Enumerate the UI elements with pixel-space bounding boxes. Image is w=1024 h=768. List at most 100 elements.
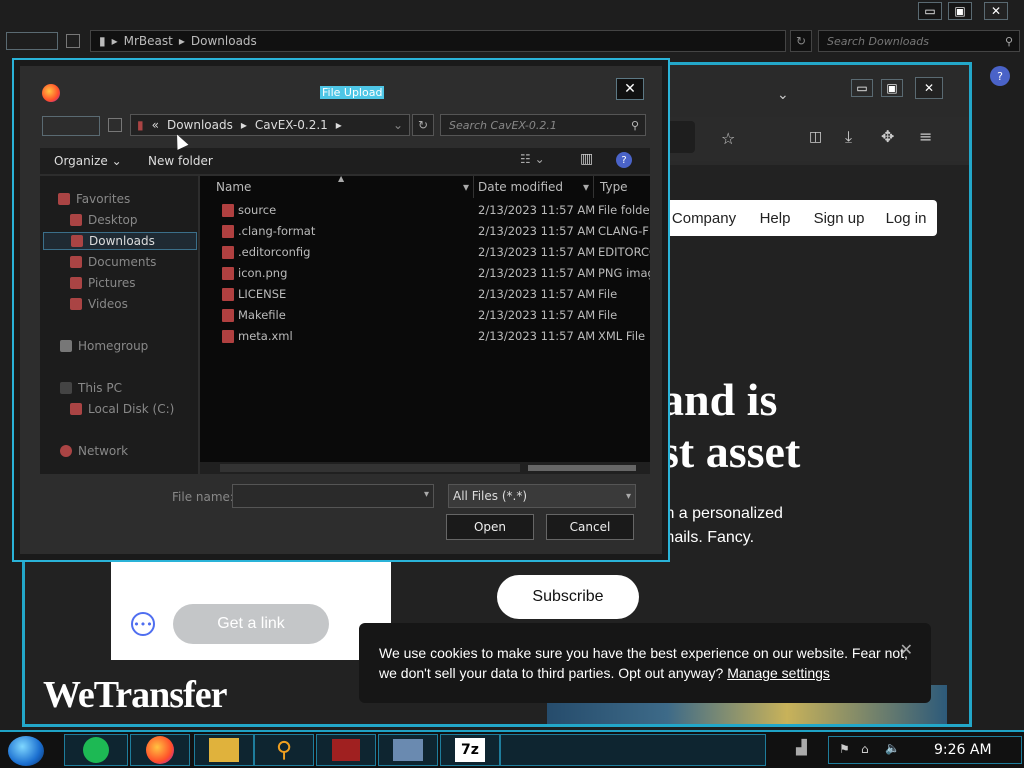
wetransfer-logo[interactable]: WeTransfer: [43, 673, 227, 717]
chevron-down-icon[interactable]: ▾: [463, 180, 469, 194]
search-icon[interactable]: ⚲: [631, 119, 639, 132]
file-row[interactable]: meta.xml 2/13/2023 11:57 AM XML File: [200, 326, 650, 347]
maximize-button[interactable]: ▣: [948, 2, 972, 20]
organize-button[interactable]: Organize ⌄: [54, 154, 122, 168]
breadcrumb-downloads[interactable]: Downloads: [167, 118, 233, 132]
show-desktop-icon[interactable]: ▟: [796, 740, 807, 756]
view-options-icon[interactable]: ☷ ⌄: [520, 152, 545, 166]
minimize-button[interactable]: ▭: [851, 79, 873, 97]
more-options-icon[interactable]: •••: [131, 612, 155, 636]
bookmark-star-icon[interactable]: ☆: [721, 129, 735, 148]
spotify-icon[interactable]: [64, 734, 128, 766]
layout-icon[interactable]: [108, 118, 122, 132]
file-row[interactable]: Makefile 2/13/2023 11:57 AM File: [200, 305, 650, 326]
open-button[interactable]: Open: [446, 514, 534, 540]
7zip-icon[interactable]: 7z: [440, 734, 500, 766]
breadcrumb-mrbeast[interactable]: MrBeast: [124, 34, 173, 48]
menu-icon[interactable]: ≡: [919, 127, 932, 146]
horizontal-scrollbar[interactable]: [200, 462, 650, 474]
nav-help[interactable]: Help: [747, 200, 803, 236]
refresh-icon[interactable]: ↻: [790, 30, 812, 52]
file-name-input[interactable]: ▾: [232, 484, 434, 508]
7zip-label: 7z: [455, 738, 485, 762]
file-row[interactable]: LICENSE 2/13/2023 11:57 AM File: [200, 284, 650, 305]
new-folder-button[interactable]: New folder: [148, 154, 213, 168]
nav-homegroup[interactable]: Homegroup: [60, 337, 214, 355]
chevron-down-icon[interactable]: ▾: [626, 491, 631, 502]
nav-network[interactable]: Network: [60, 442, 214, 460]
chevron-down-icon[interactable]: ▾: [583, 180, 589, 194]
chevron-down-icon[interactable]: ⌄: [393, 118, 403, 132]
nav-signup[interactable]: Sign up: [803, 200, 875, 236]
pocket-icon[interactable]: ◫: [809, 129, 822, 145]
manage-settings-link[interactable]: Manage settings: [727, 665, 830, 681]
drive-icon: [70, 403, 82, 415]
column-type-header[interactable]: Type: [600, 176, 650, 198]
download-icon[interactable]: ⤓: [845, 127, 852, 147]
nav-downloads[interactable]: Downloads: [43, 232, 197, 250]
clock[interactable]: 9:26 AM: [934, 742, 992, 758]
network-icon[interactable]: ⌂: [861, 742, 869, 756]
taskbar-empty-area: [500, 734, 766, 766]
search-icon[interactable]: ⚲: [1005, 35, 1013, 48]
view-pane-icon[interactable]: [6, 32, 58, 50]
search-icon[interactable]: ⚲: [254, 734, 314, 766]
explorer-address-bar[interactable]: ▮ ▸ MrBeast ▸ Downloads: [90, 30, 786, 52]
scrollbar-track[interactable]: [220, 464, 520, 472]
explorer-icon[interactable]: [194, 734, 254, 766]
subscribe-button[interactable]: Subscribe: [497, 575, 639, 619]
refresh-icon[interactable]: ↻: [412, 114, 434, 136]
computer-icon[interactable]: [378, 734, 438, 766]
layout-icon[interactable]: [66, 34, 80, 48]
volume-icon[interactable]: 🔈: [885, 741, 900, 755]
headline-line-2: st asset: [661, 426, 801, 477]
file-row[interactable]: .editorconfig 2/13/2023 11:57 AMEDITORCO: [200, 242, 650, 263]
nav-favorites[interactable]: Favorites: [58, 190, 212, 208]
file-upload-dialog: File Upload ✕ ▮ « Downloads ▸ CavEX-0.2.…: [12, 58, 670, 562]
get-link-button[interactable]: Get a link: [173, 604, 329, 644]
file-row[interactable]: .clang-format 2/13/2023 11:57 AM CLANG-F: [200, 221, 650, 242]
downloads-icon: [71, 235, 83, 247]
breadcrumb-downloads[interactable]: Downloads: [191, 34, 257, 48]
column-label: Type: [600, 180, 628, 194]
breadcrumb-cavex[interactable]: CavEX-0.2.1: [255, 118, 328, 132]
nav-company[interactable]: Company: [661, 200, 747, 236]
network-icon: [60, 445, 72, 457]
cancel-button[interactable]: Cancel: [546, 514, 634, 540]
view-pane-icon[interactable]: [42, 116, 100, 136]
column-name-header[interactable]: Name ▲ ▾: [216, 176, 474, 198]
nav-login[interactable]: Log in: [875, 200, 937, 236]
chevron-down-icon[interactable]: ⌄: [777, 87, 789, 103]
overflow-chevron[interactable]: «: [152, 118, 159, 132]
nav-this-pc[interactable]: This PC: [60, 379, 214, 397]
minimize-button[interactable]: ▭: [918, 2, 942, 20]
scrollbar-thumb[interactable]: [528, 465, 636, 471]
close-button[interactable]: ✕: [915, 77, 943, 99]
dialog-close-button[interactable]: ✕: [616, 78, 644, 100]
dialog-search-input[interactable]: Search CavEX-0.2.1 ⚲: [440, 114, 646, 136]
file-row[interactable]: icon.png 2/13/2023 11:57 AM PNG imag: [200, 263, 650, 284]
videos-icon: [70, 298, 82, 310]
help-icon[interactable]: ?: [990, 66, 1010, 86]
firefox-icon[interactable]: [130, 734, 190, 766]
nav-label: Documents: [88, 255, 157, 269]
dialog-address-bar[interactable]: ▮ « Downloads ▸ CavEX-0.2.1 ▸ ⌄: [130, 114, 410, 136]
help-icon[interactable]: ?: [616, 152, 632, 168]
chevron-down-icon[interactable]: ▾: [424, 489, 429, 500]
start-button[interactable]: [8, 736, 44, 766]
explorer-search-input[interactable]: Search Downloads ⚲: [818, 30, 1020, 52]
flag-icon[interactable]: ⚑: [839, 742, 850, 756]
preview-pane-icon[interactable]: ▥: [580, 151, 593, 167]
extensions-icon[interactable]: ✥: [881, 127, 894, 146]
file-type-select[interactable]: All Files (*.*) ▾: [448, 484, 636, 508]
column-date-header[interactable]: Date modified ▾: [478, 176, 594, 198]
cookie-close-icon[interactable]: ✕: [900, 641, 913, 661]
file-name-label: File name:: [172, 490, 234, 504]
close-button[interactable]: ✕: [984, 2, 1008, 20]
maximize-button[interactable]: ▣: [881, 79, 903, 97]
column-label: Date modified: [478, 180, 564, 194]
search-placeholder: Search CavEX-0.2.1: [449, 118, 557, 132]
game-icon[interactable]: [316, 734, 376, 766]
file-row[interactable]: source 2/13/2023 11:57 AM File folder: [200, 200, 650, 221]
nav-label: Downloads: [89, 234, 155, 248]
